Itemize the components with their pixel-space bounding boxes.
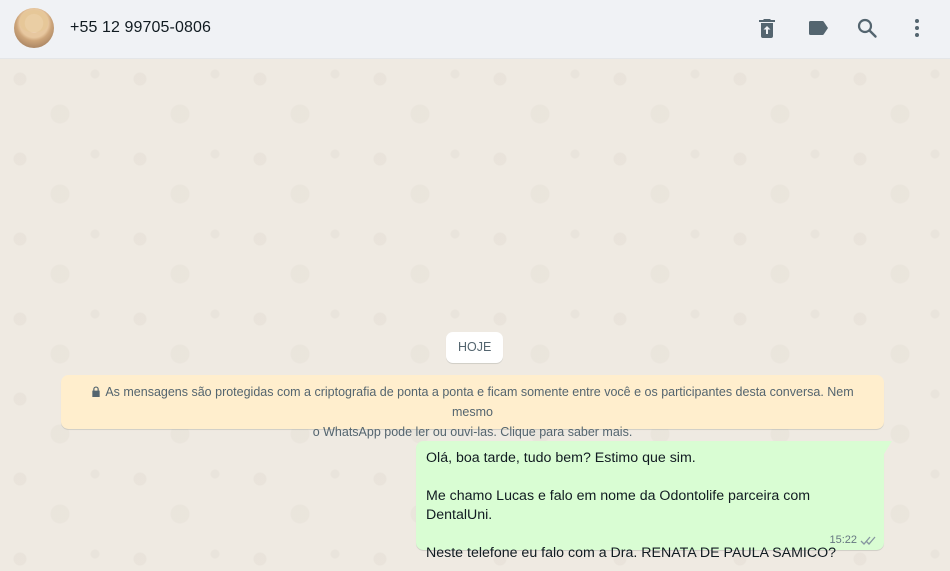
menu-icon[interactable] — [905, 16, 929, 40]
message-line: Olá, boa tarde, tudo bem? Estimo que sim… — [426, 450, 696, 466]
encryption-notice[interactable]: As mensagens são protegidas com a cripto… — [61, 375, 884, 439]
message-gap — [426, 525, 874, 544]
encryption-notice-text-2: o WhatsApp pode ler ou ouvi-las. Clique … — [312, 425, 633, 439]
date-chip: HOJE — [446, 332, 504, 363]
message-gap — [426, 468, 874, 487]
delete-icon[interactable] — [755, 16, 779, 40]
search-icon[interactable] — [855, 16, 879, 40]
avatar[interactable] — [14, 8, 54, 48]
lock-icon — [92, 386, 100, 397]
bubble-tail — [884, 441, 892, 454]
encryption-notice-line: As mensagens são protegidas com a cripto… — [73, 382, 872, 422]
message-line: Me chamo Lucas e falo em nome da Odontol… — [426, 488, 811, 523]
contact-name[interactable]: +55 12 99705-0806 — [70, 19, 211, 37]
message-line: Neste telefone eu falo com a Dra. RENATA… — [426, 545, 837, 561]
chat-header: +55 12 99705-0806 — [0, 0, 950, 59]
label-icon[interactable] — [806, 16, 830, 40]
outgoing-message[interactable]: Olá, boa tarde, tudo bem? Estimo que sim… — [416, 441, 892, 561]
double-check-icon — [860, 536, 876, 545]
message-time: 15:22 — [829, 534, 857, 546]
encryption-notice-text-1: As mensagens são protegidas com a cripto… — [105, 385, 854, 419]
message-meta: 15:22 — [829, 534, 876, 546]
